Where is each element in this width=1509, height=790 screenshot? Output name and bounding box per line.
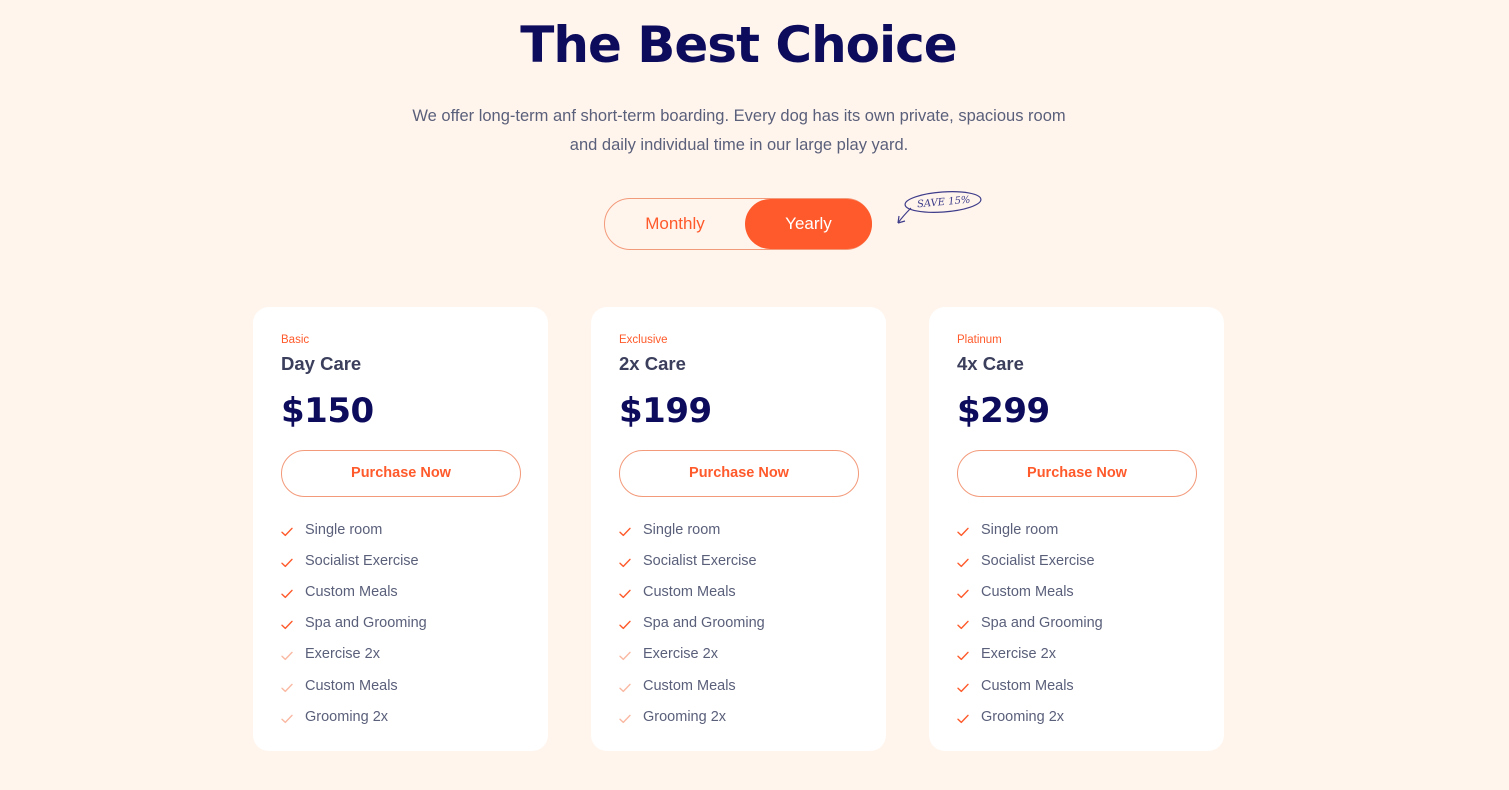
feature-label: Custom Meals <box>643 677 736 694</box>
feature-item: Custom Meals <box>619 670 765 701</box>
feature-item: Spa and Grooming <box>619 608 765 639</box>
plan-price: $150 <box>281 391 374 431</box>
plan-name: Day Care <box>281 353 362 374</box>
plan-tier: Basic <box>281 334 310 346</box>
feature-label: Single room <box>981 521 1059 538</box>
check-icon <box>619 556 631 567</box>
feature-item: Grooming 2x <box>619 701 765 732</box>
page-subtitle: We offer long-term anf short-term boardi… <box>412 107 1066 154</box>
feature-label: Socialist Exercise <box>305 552 419 569</box>
feature-label: Socialist Exercise <box>643 552 757 569</box>
feature-item: Socialist Exercise <box>619 545 765 576</box>
plan-price: $199 <box>619 391 712 431</box>
feature-label: Grooming 2x <box>305 708 389 725</box>
feature-item: Spa and Grooming <box>281 608 427 639</box>
plan-tier: Exclusive <box>619 334 668 346</box>
feature-item: Custom Meals <box>957 670 1103 701</box>
feature-item: Socialist Exercise <box>957 545 1103 576</box>
feature-label: Custom Meals <box>981 677 1074 694</box>
billing-toggle[interactable]: Monthly Yearly <box>604 198 872 250</box>
feature-label: Spa and Grooming <box>981 615 1103 632</box>
plan-name: 2x Care <box>619 353 686 374</box>
check-icon <box>281 649 293 661</box>
check-icon <box>281 587 293 599</box>
purchase-button[interactable]: Purchase Now <box>619 450 859 497</box>
feature-item: Custom Meals <box>281 670 427 701</box>
feature-item: Grooming 2x <box>957 701 1103 732</box>
feature-list: Single room Socialist Exercise Custom Meal… <box>281 514 427 732</box>
feature-label: Grooming 2x <box>981 708 1065 725</box>
purchase-button[interactable]: Purchase Now <box>281 450 521 497</box>
feature-item: Exercise 2x <box>281 639 427 670</box>
check-icon <box>281 712 293 723</box>
plan-price: $299 <box>957 391 1050 431</box>
plan-card-basic: Basic Day Care $150 Purchase Now Single … <box>253 307 548 751</box>
feature-label: Exercise 2x <box>643 646 718 663</box>
feature-item: Custom Meals <box>619 576 765 607</box>
pricing-section: The Best Choice We offer long-term anf s… <box>0 0 1509 790</box>
feature-item: Socialist Exercise <box>281 545 427 576</box>
check-icon <box>619 618 631 630</box>
feature-item: Single room <box>957 514 1103 545</box>
yearly-option[interactable]: Yearly <box>745 199 872 249</box>
feature-list: Single room Socialist Exercise Custom Meal… <box>957 514 1103 732</box>
check-icon <box>281 681 293 692</box>
check-icon <box>957 525 969 536</box>
check-icon <box>957 587 969 599</box>
feature-item: Single room <box>281 514 427 545</box>
check-icon <box>619 712 631 723</box>
feature-item: Custom Meals <box>281 576 427 607</box>
feature-item: Custom Meals <box>957 576 1103 607</box>
feature-label: Grooming 2x <box>643 708 727 725</box>
feature-label: Exercise 2x <box>305 646 380 663</box>
feature-label: Spa and Grooming <box>643 615 765 632</box>
check-icon <box>281 525 293 536</box>
check-icon <box>957 618 969 630</box>
monthly-option[interactable]: Monthly <box>605 199 745 249</box>
check-icon <box>619 681 631 692</box>
feature-label: Single room <box>305 521 383 538</box>
check-icon <box>957 681 969 692</box>
plan-card-exclusive: Exclusive 2x Care $199 Purchase Now Sing… <box>591 307 886 751</box>
save-badge: SAVE 15% <box>895 186 987 230</box>
feature-item: Single room <box>619 514 765 545</box>
feature-label: Custom Meals <box>305 677 398 694</box>
check-icon <box>619 525 631 536</box>
feature-list: Single room Socialist Exercise Custom Meal… <box>619 514 765 732</box>
purchase-button[interactable]: Purchase Now <box>957 450 1197 497</box>
feature-item: Grooming 2x <box>281 701 427 732</box>
page-title: The Best Choice <box>520 16 957 74</box>
check-icon <box>957 556 969 567</box>
feature-label: Spa and Grooming <box>305 615 427 632</box>
feature-label: Socialist Exercise <box>981 552 1095 569</box>
feature-label: Exercise 2x <box>981 646 1056 663</box>
feature-label: Custom Meals <box>981 583 1074 600</box>
plan-name: 4x Care <box>957 353 1024 374</box>
feature-label: Custom Meals <box>643 583 736 600</box>
feature-item: Exercise 2x <box>957 639 1103 670</box>
feature-label: Single room <box>643 521 721 538</box>
feature-label: Custom Meals <box>305 583 398 600</box>
plan-card-platinum: Platinum 4x Care $299 Purchase Now Singl… <box>929 307 1224 751</box>
check-icon <box>281 618 293 630</box>
check-icon <box>281 556 293 567</box>
check-icon <box>957 712 969 723</box>
feature-item: Exercise 2x <box>619 639 765 670</box>
check-icon <box>619 587 631 599</box>
plan-tier: Platinum <box>957 334 1002 346</box>
check-icon <box>619 649 631 661</box>
feature-item: Spa and Grooming <box>957 608 1103 639</box>
check-icon <box>957 649 969 661</box>
